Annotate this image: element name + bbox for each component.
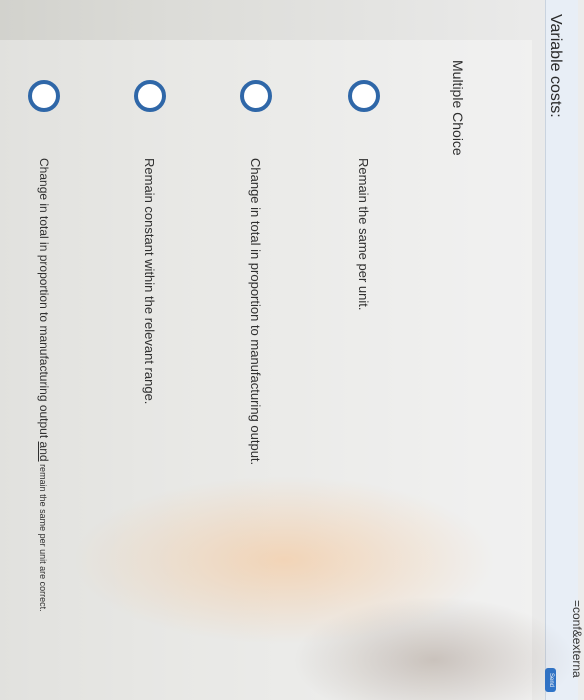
question-header: Variable costs: <box>545 0 578 700</box>
radio-button[interactable] <box>134 80 166 112</box>
browser-url: =conf&externa <box>570 600 584 678</box>
radio-button[interactable] <box>240 80 272 112</box>
question-title: Variable costs: <box>547 14 564 118</box>
choice-label: Change in total in proportion to manufac… <box>37 158 51 612</box>
choice-label: Remain constant within the relevant rang… <box>142 158 158 405</box>
radio-button[interactable] <box>28 80 60 112</box>
choice-option[interactable]: Change in total in proportion to manufac… <box>24 80 64 612</box>
question-type-label: Multiple Choice <box>450 60 466 156</box>
choice-label-emphasis: and <box>37 441 51 462</box>
choice-option[interactable]: Remain the same per unit. <box>344 80 384 310</box>
choice-label: Change in total in proportion to manufac… <box>248 158 264 466</box>
choice-label: Remain the same per unit. <box>356 158 372 311</box>
choice-label-part: Change in total in proportion to manufac… <box>37 158 51 442</box>
send-button[interactable]: Send <box>545 668 556 692</box>
radio-button[interactable] <box>348 80 380 112</box>
choice-label-part: remain the same per unit are correct. <box>38 461 48 612</box>
choice-option[interactable]: Change in total in proportion to manufac… <box>236 80 276 465</box>
screen: Variable costs: =conf&externa Send Multi… <box>0 0 584 700</box>
choice-option[interactable]: Remain constant within the relevant rang… <box>130 80 170 404</box>
